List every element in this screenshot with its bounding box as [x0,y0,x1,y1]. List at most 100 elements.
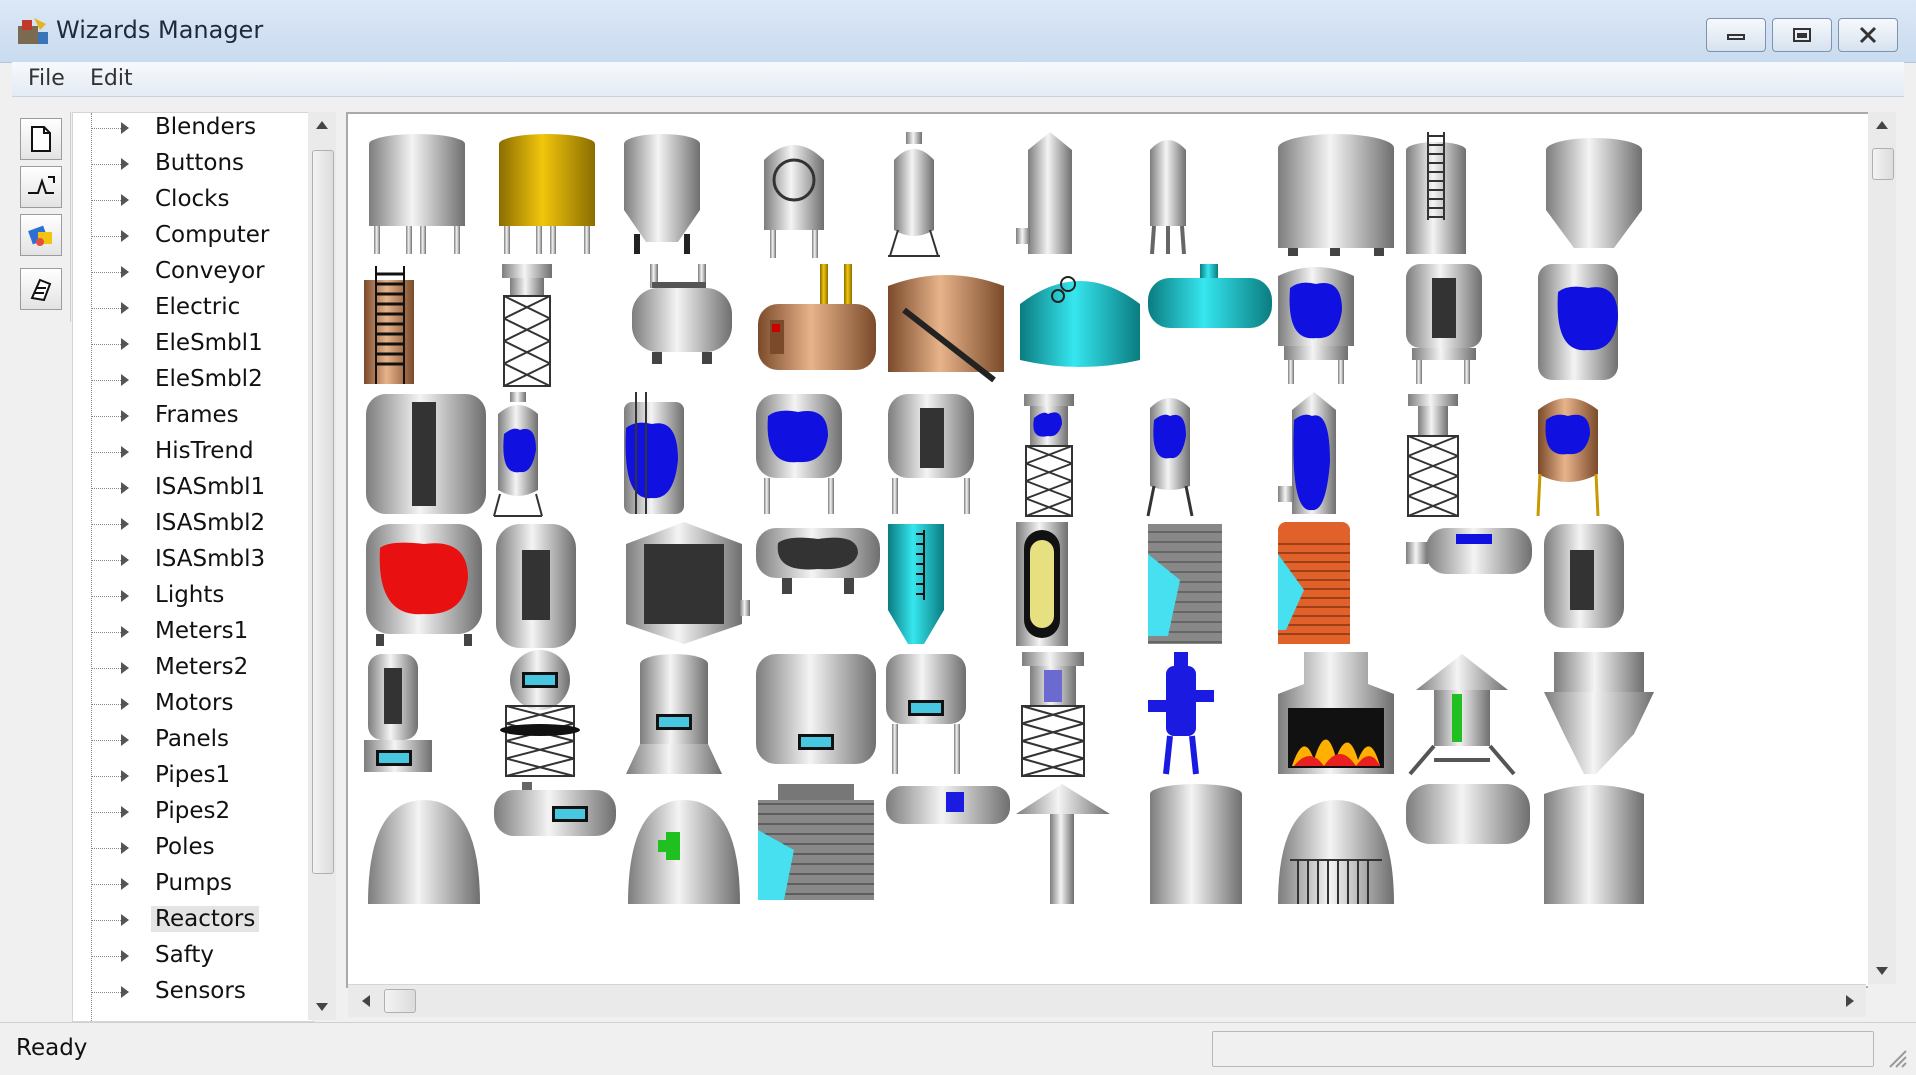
tree-item-elesmbl1[interactable]: EleSmbl1 [73,327,313,361]
gallery-scroll-left[interactable] [352,988,380,1014]
tree-item-reactors[interactable]: Reactors [73,903,313,937]
wizard-item-drum-horizontal-dark[interactable] [748,514,888,654]
tree-item-sensors[interactable]: Sensors [73,975,313,1009]
wizard-item-tank-tall[interactable] [1008,124,1148,264]
expand-arrow-icon[interactable] [121,878,129,890]
wizard-item-tank-ladder[interactable] [1398,124,1538,264]
maximize-button[interactable] [1772,18,1832,52]
expand-arrow-icon[interactable] [121,626,129,638]
wizard-item-furnace[interactable] [1268,644,1408,784]
wizard-item-tank-panel-large[interactable] [748,644,888,784]
expand-arrow-icon[interactable] [121,122,129,134]
wizard-item-drum-cyan[interactable] [1138,254,1278,394]
tree-item-poles[interactable]: Poles [73,831,313,865]
gallery-scroll-right[interactable] [1836,988,1864,1014]
gallery-scroll-up[interactable] [1868,112,1896,138]
close-button[interactable] [1838,18,1898,52]
wizard-item-tank-window-legs[interactable] [1398,254,1538,394]
wizard-item-tank-cyan-gauge[interactable] [878,514,1018,654]
wizard-item-tank-level-blue-legs[interactable] [748,384,888,524]
tree-item-pipes1[interactable]: Pipes1 [73,759,313,793]
wizard-item-vessel-small[interactable] [878,124,1018,264]
minimize-button[interactable] [1706,18,1766,52]
gallery-vscroll-thumb[interactable] [1872,148,1894,180]
expand-arrow-icon[interactable] [121,302,129,314]
wizard-item-tank-cone-large[interactable] [1528,124,1668,264]
tree-scroll-down[interactable] [308,994,336,1020]
expand-arrow-icon[interactable] [121,194,129,206]
tree-item-safty[interactable]: Safty [73,939,313,973]
tree-item-elesmbl2[interactable]: EleSmbl2 [73,363,313,397]
resize-grip-icon[interactable] [1884,1045,1908,1069]
tree-scrollbar[interactable] [308,112,336,1020]
tree-item-clocks[interactable]: Clocks [73,183,313,217]
wizard-item-tank-ladder-blue[interactable] [616,384,756,524]
tree-item-isasmbl1[interactable]: ISASmbl1 [73,471,313,505]
expand-arrow-icon[interactable] [121,410,129,422]
wizard-item-tower-brick-cyan[interactable] [1138,514,1278,654]
wizard-item-drum-panel[interactable] [486,774,626,914]
wizard-item-tank-level-blue-tall[interactable] [1268,384,1408,524]
expand-arrow-icon[interactable] [121,230,129,242]
wizard-item-dome-grid[interactable] [1268,774,1408,914]
wizard-item-tank-cone[interactable] [616,124,756,264]
tree-scroll-up[interactable] [308,112,336,138]
wizard-item-tower-water[interactable] [1008,644,1148,784]
gallery-scroll-down[interactable] [1868,958,1896,984]
tree-item-computer[interactable]: Computer [73,219,313,253]
wizard-item-tank-window[interactable] [356,384,496,524]
wizard-item-drum-horizontal-small[interactable] [1398,514,1538,654]
wizard-item-tank-legs-gold[interactable] [486,124,626,264]
wizard-item-drum-blue-panel[interactable] [878,774,1018,914]
wizard-item-tube-yellow[interactable] [1008,514,1148,654]
tree-item-pipes2[interactable]: Pipes2 [73,795,313,829]
wizard-item-tank-copper[interactable] [878,254,1018,394]
tree-item-panels[interactable]: Panels [73,723,313,757]
expand-arrow-icon[interactable] [121,554,129,566]
link-button[interactable] [20,166,62,208]
wizard-item-tank-manway[interactable] [748,124,888,264]
wizard-item-tank-level-red[interactable] [356,514,496,654]
tree-item-lights[interactable]: Lights [73,579,313,613]
wizard-item-drum-horizontal-big[interactable] [1398,774,1538,914]
gallery-vscrollbar[interactable] [1868,112,1896,984]
tree-item-meters2[interactable]: Meters2 [73,651,313,685]
wizard-item-vessel-level-blue2[interactable] [1138,384,1278,524]
tree-item-motors[interactable]: Motors [73,687,313,721]
expand-arrow-icon[interactable] [121,842,129,854]
expand-arrow-icon[interactable] [121,662,129,674]
tree-item-blenders[interactable]: Blenders [73,113,313,145]
tree-item-histrend[interactable]: HisTrend [73,435,313,469]
expand-arrow-icon[interactable] [121,914,129,926]
wizard-item-tower-level-blue[interactable] [1008,384,1148,524]
wizard-item-dome-gray[interactable] [356,774,496,914]
wizard-item-tank-large[interactable] [1268,124,1408,264]
gallery-hscrollbar[interactable] [348,984,1866,1017]
wizard-item-tank-panel-legs[interactable] [878,644,1018,784]
wizard-item-vessel-level-blue[interactable] [486,384,626,524]
wizard-item-roof-cone[interactable] [1008,774,1148,914]
tree-scroll-thumb[interactable] [312,150,334,874]
wizard-item-tank-window-partial[interactable] [1528,514,1668,654]
expand-arrow-icon[interactable] [121,590,129,602]
wizard-item-tower-lattice[interactable] [486,254,626,394]
menu-edit[interactable]: Edit [90,66,133,91]
wizard-item-tank-partial[interactable] [1528,774,1668,914]
expand-arrow-icon[interactable] [121,518,129,530]
expand-arrow-icon[interactable] [121,770,129,782]
tree-item-buttons[interactable]: Buttons [73,147,313,181]
expand-arrow-icon[interactable] [121,338,129,350]
menu-file[interactable]: File [28,66,65,91]
tree-item-electric[interactable]: Electric [73,291,313,325]
wizard-item-tank-window-legs2[interactable] [878,384,1018,524]
wizard-item-tank-legs[interactable] [356,124,496,264]
wizard-item-brick-cyan[interactable] [748,774,888,914]
expand-arrow-icon[interactable] [121,698,129,710]
expand-arrow-icon[interactable] [121,806,129,818]
tree-item-meters1[interactable]: Meters1 [73,615,313,649]
wizard-item-pump-blue[interactable] [1138,644,1278,784]
expand-arrow-icon[interactable] [121,986,129,998]
wizard-item-silo-green[interactable] [1398,644,1538,784]
expand-arrow-icon[interactable] [121,950,129,962]
expand-arrow-icon[interactable] [121,482,129,494]
